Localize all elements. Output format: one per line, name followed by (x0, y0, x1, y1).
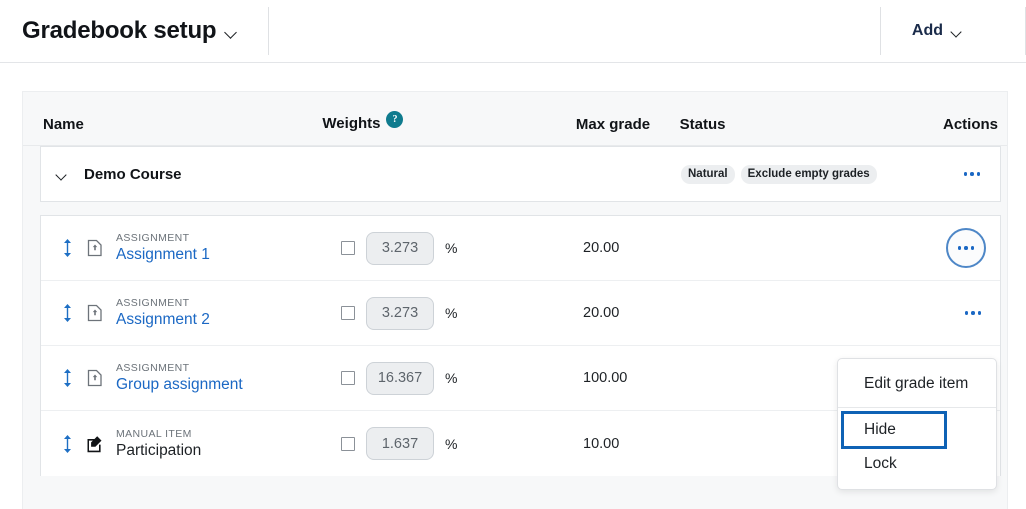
table-header-row: Name Weights ? Max grade Status Actions (23, 92, 1007, 146)
column-header-actions: Actions (942, 116, 998, 133)
chevron-down-icon (56, 170, 69, 183)
add-button[interactable]: Add (881, 0, 995, 62)
chevron-down-icon (951, 27, 964, 40)
column-header-weights: Weights ? (322, 111, 575, 132)
add-wrapper: Add (881, 0, 995, 62)
max-grade-value: 10.00 (583, 435, 620, 452)
status-badge-exclude-empty: Exclude empty grades (740, 164, 877, 184)
weight-override-checkbox[interactable] (341, 436, 355, 451)
row-actions-dropdown: Edit grade item Hide Lock (837, 358, 997, 491)
status-badge-aggregation: Natural (681, 164, 735, 184)
table-row: ASSIGNMENT Assignment 1 % 20.00 (41, 216, 1000, 281)
weight-override-checkbox[interactable] (341, 241, 355, 255)
row-name-stack: ASSIGNMENT Assignment 2 (116, 297, 210, 329)
page-title: Gradebook setup (22, 17, 217, 44)
drag-vertical-icon[interactable] (60, 303, 74, 323)
max-grade-value: 20.00 (583, 305, 620, 321)
weight-input[interactable] (366, 427, 434, 460)
drag-vertical-icon[interactable] (60, 434, 74, 454)
dot (971, 311, 975, 315)
menu-item-lock[interactable]: Lock (838, 447, 996, 480)
course-status-badges: Natural Exclude empty grades (681, 164, 911, 184)
row-weight-cell: % (329, 296, 583, 330)
assignment-icon (86, 369, 104, 387)
main-content: Name Weights ? Max grade Status Actions … (0, 63, 1026, 509)
column-header-weights-label: Weights (322, 115, 381, 132)
course-row: Demo Course Natural Exclude empty grades (40, 146, 1001, 202)
assignment-icon (86, 304, 104, 322)
table-row: ASSIGNMENT Assignment 2 % 20.00 (41, 281, 1000, 346)
row-actions-cell (917, 228, 1000, 268)
dot (964, 246, 968, 250)
item-type-label: ASSIGNMENT (116, 232, 190, 244)
weight-override-checkbox[interactable] (341, 306, 355, 320)
row-name-stack: ASSIGNMENT Assignment 1 (116, 232, 210, 264)
row-weight-cell: % (329, 231, 583, 265)
weight-input[interactable] (366, 231, 434, 265)
dot (970, 172, 974, 176)
ellipsis-icon-course-actions[interactable] (959, 161, 985, 187)
dot (963, 172, 968, 176)
percent-symbol: % (445, 305, 458, 321)
grade-item-link[interactable]: Assignment 2 (116, 311, 210, 329)
grade-item-name: Participation (116, 441, 202, 459)
menu-separator (838, 407, 996, 409)
row-name-cell: ASSIGNMENT Assignment 2 (41, 297, 329, 329)
dot (976, 172, 981, 176)
item-type-label: ASSIGNMENT (116, 362, 190, 374)
ellipsis-icon-row-actions[interactable] (946, 228, 986, 268)
course-name: Demo Course (84, 165, 182, 183)
header-divider-left (268, 7, 270, 55)
row-name-stack: MANUAL ITEM Participation (116, 428, 201, 460)
weight-input[interactable] (366, 361, 434, 395)
percent-symbol: % (445, 370, 458, 386)
max-grade-value: 20.00 (583, 240, 620, 256)
dot (964, 311, 969, 315)
column-header-name: Name (43, 116, 84, 133)
assignment-icon (86, 239, 104, 257)
course-actions-cell (911, 161, 1000, 187)
drag-vertical-icon[interactable] (60, 368, 74, 388)
percent-symbol: % (445, 240, 458, 256)
weight-override-checkbox[interactable] (341, 371, 355, 385)
menu-item-hide[interactable]: Hide (841, 411, 947, 449)
row-weight-cell: % (329, 427, 583, 460)
weight-input[interactable] (366, 296, 434, 330)
percent-symbol: % (445, 435, 458, 452)
row-name-cell: MANUAL ITEM Participation (41, 428, 329, 460)
ellipsis-icon-row-actions[interactable] (960, 300, 986, 326)
menu-item-edit-grade-item[interactable]: Edit grade item (838, 367, 996, 400)
dot (970, 246, 975, 250)
column-header-max-grade: Max grade (575, 116, 651, 133)
chevron-down-icon[interactable] (225, 27, 238, 40)
page-header: Gradebook setup Add (0, 0, 1026, 63)
drag-vertical-icon[interactable] (60, 238, 74, 258)
manual-item-icon (86, 435, 104, 453)
row-weight-cell: % (329, 361, 583, 395)
row-name-cell: ASSIGNMENT Group assignment (41, 362, 329, 394)
row-name-cell: ASSIGNMENT Assignment 1 (41, 232, 329, 264)
column-header-status: Status (679, 116, 726, 133)
row-actions-cell (917, 300, 1000, 326)
max-grade-value: 100.00 (583, 370, 628, 386)
item-type-label: ASSIGNMENT (116, 297, 190, 309)
item-type-label: MANUAL ITEM (116, 427, 192, 440)
grade-item-link[interactable]: Assignment 1 (116, 246, 210, 264)
help-icon[interactable]: ? (386, 111, 404, 128)
page-title-block[interactable]: Gradebook setup (0, 0, 238, 62)
dot (977, 311, 982, 315)
dot (957, 246, 962, 250)
row-name-stack: ASSIGNMENT Group assignment (116, 362, 243, 394)
course-expand-toggle[interactable]: Demo Course (41, 166, 344, 183)
grade-item-link[interactable]: Group assignment (116, 376, 243, 394)
add-button-label: Add (911, 22, 943, 39)
